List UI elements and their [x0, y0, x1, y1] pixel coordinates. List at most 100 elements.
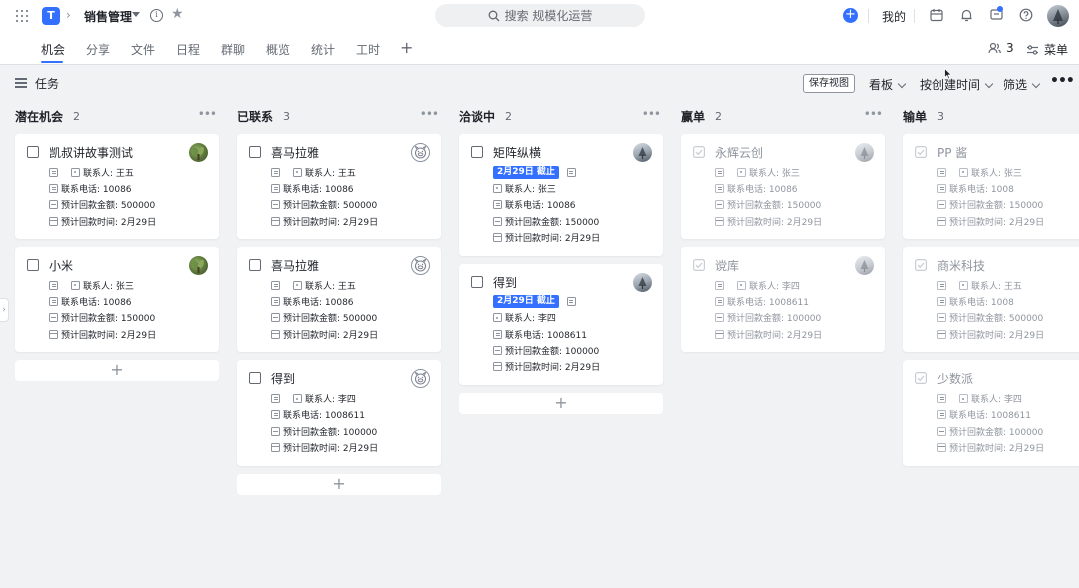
contact-icon	[293, 167, 302, 177]
task-card[interactable]: 凯叔讲故事测试 联系人: 王五 联系电话: 10086 预计回款金额: 500000 预…	[15, 134, 219, 240]
bell-icon[interactable]	[960, 8, 973, 22]
task-checkbox[interactable]	[249, 146, 261, 158]
task-title[interactable]: 少数派	[937, 370, 973, 387]
more-options-icon[interactable]: •••	[1050, 73, 1075, 89]
add-card-button[interactable]: +	[237, 473, 441, 495]
amount-icon	[937, 426, 946, 436]
help-icon[interactable]	[1019, 8, 1033, 22]
field-value: 预计回款金额: 500000	[283, 314, 378, 325]
field-value: 联系人: 李四	[305, 395, 356, 406]
pig-avatar-icon[interactable]	[411, 256, 430, 276]
task-card[interactable]: 小米 联系人: 张三 联系电话: 10086 预计回款金额: 150000 预计回款时间…	[15, 247, 219, 353]
tab-statistics[interactable]: 统计	[311, 41, 335, 58]
task-title[interactable]: PP 酱	[937, 144, 967, 161]
add-card-button[interactable]: +	[15, 360, 219, 382]
calendar-icon	[49, 216, 58, 226]
task-checkbox[interactable]	[27, 146, 39, 158]
task-checkbox[interactable]	[471, 275, 483, 288]
column-more-icon[interactable]: •••	[864, 107, 883, 121]
field-value: 预计回款金额: 100000	[505, 347, 600, 358]
task-card[interactable]: 谠库 联系人: 李四 联系电话: 1008611 预计回款金额: 100000 预计回款…	[681, 247, 885, 353]
menu-button[interactable]: 菜单	[1026, 41, 1068, 58]
completed-checkbox[interactable]	[915, 146, 927, 158]
star-icon[interactable]: ★	[171, 6, 184, 22]
chevron-down-icon	[897, 79, 907, 89]
task-fields: 联系人: 李四 联系电话: 1008611 预计回款金额: 100000 预计回款时间…	[271, 390, 378, 455]
field-value: 预计回款时间: 2月29日	[727, 217, 823, 228]
task-card[interactable]: PP 酱联系人: 张三 联系电话: 1008 预计回款金额: 150000 预计回款时…	[903, 134, 1079, 240]
task-card[interactable]: 喜马拉雅 联系人: 王五 联系电话: 10086 预计回款金额: 500000 预计回款…	[237, 247, 441, 353]
tab-overview[interactable]: 概览	[266, 41, 290, 58]
view-switch-button[interactable]: 看板	[869, 76, 907, 93]
project-title[interactable]: 销售管理	[84, 8, 132, 25]
amount-icon	[937, 200, 946, 210]
column-more-icon[interactable]: •••	[420, 107, 439, 121]
info-icon[interactable]: i	[150, 9, 163, 22]
completed-checkbox[interactable]	[915, 372, 927, 385]
search-bar[interactable]: 搜索 规模化运营	[435, 4, 645, 27]
tab-files[interactable]: 文件	[131, 41, 155, 58]
assignee-avatar[interactable]	[189, 143, 208, 162]
task-card[interactable]: 矩阵纵横 2月29日 截止 联系人: 张三 联系电话: 10086 预计回款金额: 15…	[459, 134, 663, 256]
task-title[interactable]: 商米科技	[937, 257, 985, 274]
task-card[interactable]: 少数派 联系人: 李四 联系电话: 1008611 预计回款金额: 100000 预计回…	[903, 360, 1079, 466]
task-field: 联系电话: 10086	[271, 180, 378, 196]
chevron-down-icon	[1031, 79, 1041, 89]
assignee-avatar[interactable]	[855, 256, 874, 276]
task-title[interactable]: 喜马拉雅	[271, 144, 319, 161]
calendar-icon	[937, 442, 946, 452]
task-card[interactable]: 永辉云创联系人: 张三 联系电话: 10086 预计回款金额: 150000 预计回款…	[681, 134, 885, 240]
task-card[interactable]: 喜马拉雅 联系人: 王五 联系电话: 10086 预计回款金额: 500000 预计回款…	[237, 134, 441, 240]
members-button[interactable]: 3	[988, 41, 1014, 55]
add-card-button[interactable]: +	[459, 393, 663, 414]
task-title[interactable]: 凯叔讲故事测试	[49, 144, 133, 161]
create-plus-icon[interactable]: +	[843, 8, 858, 23]
save-view-button[interactable]: 保存视图	[803, 74, 855, 93]
tab-group-chat[interactable]: 群聊	[221, 41, 245, 58]
caret-down-icon[interactable]	[132, 12, 140, 17]
task-checkbox[interactable]	[471, 146, 483, 158]
completed-checkbox[interactable]	[915, 259, 927, 272]
task-checkbox[interactable]	[249, 372, 261, 385]
task-title[interactable]: 矩阵纵横	[493, 144, 541, 161]
calendar-icon[interactable]	[930, 8, 943, 22]
completed-checkbox[interactable]	[693, 259, 705, 272]
tab-opportunity[interactable]: 机会	[41, 41, 65, 58]
app-grid-icon[interactable]	[16, 10, 28, 22]
task-checkbox[interactable]	[249, 259, 261, 272]
field-value: 联系人: 王五	[305, 281, 356, 292]
description-icon	[49, 167, 58, 177]
filter-button[interactable]: 筛选	[1003, 76, 1041, 93]
completed-checkbox[interactable]	[693, 146, 705, 158]
sort-button[interactable]: 按创建时间	[920, 76, 994, 93]
column-more-icon[interactable]: •••	[642, 107, 661, 121]
hamburger-menu-icon[interactable]	[15, 78, 27, 88]
column-more-icon[interactable]: •••	[198, 107, 217, 121]
task-fields: 联系人: 张三 联系电话: 10086 预计回款金额: 150000 预计回款时间: …	[715, 164, 822, 229]
assignee-avatar[interactable]	[189, 256, 208, 276]
task-title[interactable]: 永辉云创	[715, 144, 763, 161]
mine-link[interactable]: 我的	[882, 8, 906, 25]
task-card[interactable]: 得到 2月29日 截止 联系人: 李四 联系电话: 1008611 预计回款金额: 10…	[459, 263, 663, 385]
user-avatar[interactable]	[1047, 5, 1069, 27]
tab-share[interactable]: 分享	[86, 41, 110, 58]
task-title[interactable]: 谠库	[715, 257, 739, 274]
add-tab-icon[interactable]: +	[400, 38, 413, 57]
expand-sidebar-handle[interactable]: ›	[0, 298, 9, 322]
assignee-avatar[interactable]	[855, 143, 874, 162]
assignee-avatar[interactable]	[633, 272, 652, 292]
task-card[interactable]: 得到联系人: 李四 联系电话: 1008611 预计回款金额: 100000 预计回款…	[237, 360, 441, 466]
tab-work-hours[interactable]: 工时	[356, 41, 380, 58]
assignee-avatar[interactable]	[633, 143, 652, 162]
pig-avatar-icon[interactable]	[411, 143, 430, 162]
mouse-cursor-icon	[944, 68, 952, 80]
task-title[interactable]: 小米	[49, 257, 73, 274]
task-card[interactable]: 商米科技 联系人: 王五 联系电话: 1008 预计回款金额: 500000 预计回款时…	[903, 247, 1079, 353]
pig-avatar-icon[interactable]	[411, 369, 430, 389]
task-checkbox[interactable]	[27, 259, 39, 272]
tab-schedule[interactable]: 日程	[176, 41, 200, 58]
task-title[interactable]: 得到	[271, 370, 295, 387]
task-title[interactable]: 得到	[493, 274, 517, 291]
task-title[interactable]: 喜马拉雅	[271, 257, 319, 274]
task-field: 联系电话: 1008611	[715, 293, 822, 309]
